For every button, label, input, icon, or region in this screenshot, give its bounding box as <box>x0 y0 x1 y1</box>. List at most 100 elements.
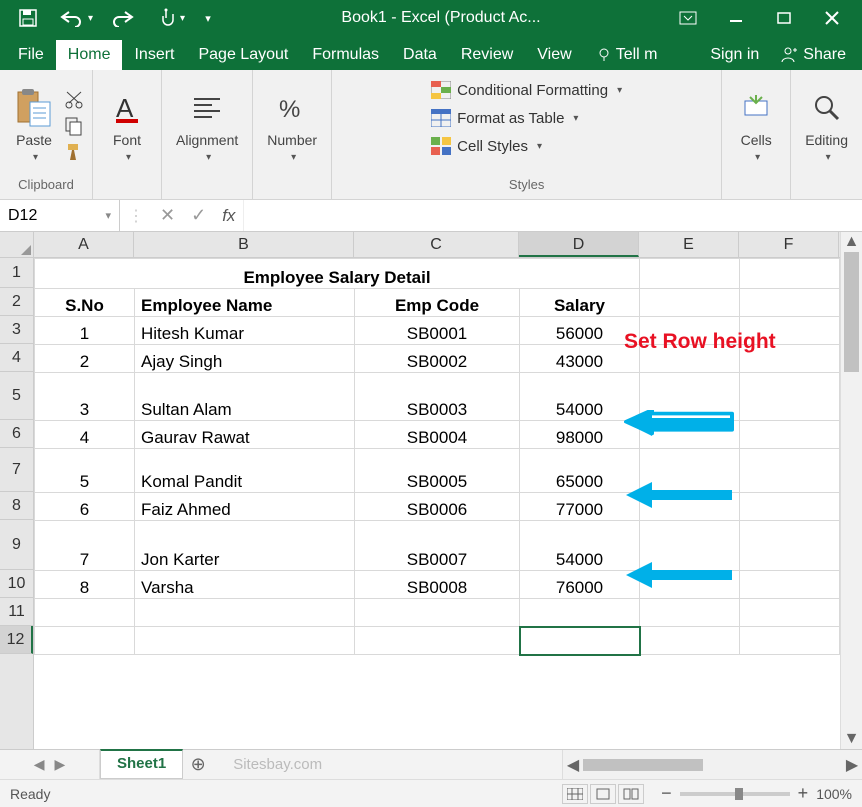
row-header-11[interactable]: 11 <box>0 598 33 626</box>
paste-button[interactable]: Paste▾ <box>8 84 60 167</box>
tab-insert[interactable]: Insert <box>122 40 186 70</box>
tab-formulas[interactable]: Formulas <box>300 40 391 70</box>
cell[interactable] <box>740 259 840 289</box>
horizontal-scrollbar[interactable]: ◀ ▶ <box>562 750 862 779</box>
cell[interactable]: 76000 <box>520 571 640 599</box>
tab-review[interactable]: Review <box>449 40 525 70</box>
cell[interactable] <box>740 493 840 521</box>
touch-mode-button[interactable]: ▾ <box>150 0 194 36</box>
cell[interactable] <box>740 421 840 449</box>
cell[interactable]: SB0002 <box>355 345 520 373</box>
cell[interactable]: SB0004 <box>355 421 520 449</box>
cell[interactable]: Employee Salary Detail <box>35 259 640 289</box>
undo-button[interactable]: ▾ <box>54 0 98 36</box>
select-all-corner[interactable] <box>0 232 34 258</box>
tab-file[interactable]: File <box>6 40 56 70</box>
col-header-C[interactable]: C <box>354 232 519 257</box>
cell[interactable] <box>35 599 135 627</box>
cell[interactable] <box>640 345 740 373</box>
number-button[interactable]: % Number▾ <box>261 84 323 167</box>
cell[interactable]: 1 <box>35 317 135 345</box>
zoom-out-button[interactable]: − <box>661 783 672 804</box>
page-break-view-button[interactable] <box>618 784 644 804</box>
cell[interactable] <box>740 345 840 373</box>
cell[interactable] <box>740 449 840 493</box>
cell[interactable]: SB0005 <box>355 449 520 493</box>
cell[interactable]: 98000 <box>520 421 640 449</box>
cells-button[interactable]: Cells▾ <box>730 84 782 167</box>
page-layout-view-button[interactable] <box>590 784 616 804</box>
cell[interactable] <box>740 521 840 571</box>
copy-button[interactable] <box>64 116 84 136</box>
cell[interactable]: 77000 <box>520 493 640 521</box>
row-header-1[interactable]: 1 <box>0 258 33 288</box>
tab-data[interactable]: Data <box>391 40 449 70</box>
cell[interactable] <box>740 373 840 421</box>
maximize-button[interactable] <box>760 0 808 36</box>
normal-view-button[interactable] <box>562 784 588 804</box>
cell[interactable]: 4 <box>35 421 135 449</box>
cell[interactable] <box>35 627 135 655</box>
close-button[interactable] <box>808 0 856 36</box>
cell[interactable]: Hitesh Kumar <box>135 317 355 345</box>
cell[interactable]: SB0007 <box>355 521 520 571</box>
fx-icon[interactable]: fx <box>222 206 235 226</box>
scroll-right-icon[interactable]: ▶ <box>842 750 862 779</box>
cell[interactable] <box>640 599 740 627</box>
cell[interactable]: 8 <box>35 571 135 599</box>
cell-styles-button[interactable]: Cell Styles▾ <box>427 134 546 158</box>
cell[interactable] <box>640 373 740 421</box>
col-header-B[interactable]: B <box>134 232 354 257</box>
cell[interactable]: 54000 <box>520 521 640 571</box>
cell[interactable] <box>740 571 840 599</box>
col-header-D[interactable]: D <box>519 232 639 257</box>
col-header-A[interactable]: A <box>34 232 134 257</box>
cell[interactable] <box>135 599 355 627</box>
zoom-in-button[interactable]: + <box>798 783 809 804</box>
cell[interactable]: Employee Name <box>135 289 355 317</box>
row-header-12[interactable]: 12 <box>0 626 33 654</box>
cell[interactable] <box>520 599 640 627</box>
cell[interactable]: SB0006 <box>355 493 520 521</box>
redo-button[interactable] <box>102 0 146 36</box>
row-header-8[interactable]: 8 <box>0 492 33 520</box>
cell[interactable]: 3 <box>35 373 135 421</box>
editing-button[interactable]: Editing▾ <box>799 84 854 167</box>
row-header-3[interactable]: 3 <box>0 316 33 344</box>
cell[interactable] <box>740 599 840 627</box>
cell[interactable]: 6 <box>35 493 135 521</box>
cut-button[interactable] <box>64 90 84 110</box>
tab-view[interactable]: View <box>525 40 583 70</box>
cell[interactable]: SB0003 <box>355 373 520 421</box>
vertical-scrollbar[interactable]: ▲ ▼ <box>840 232 862 749</box>
cell[interactable]: 54000 <box>520 373 640 421</box>
cell[interactable]: 65000 <box>520 449 640 493</box>
row-header-9[interactable]: 9 <box>0 520 33 570</box>
cell[interactable] <box>640 627 740 655</box>
prev-sheet-icon[interactable]: ◀ <box>34 756 45 773</box>
cell[interactable]: Emp Code <box>355 289 520 317</box>
formula-input[interactable] <box>244 200 862 231</box>
cell[interactable] <box>640 449 740 493</box>
cell[interactable]: Salary <box>520 289 640 317</box>
tab-page-layout[interactable]: Page Layout <box>186 40 300 70</box>
cell[interactable]: 5 <box>35 449 135 493</box>
cell[interactable]: 7 <box>35 521 135 571</box>
cell[interactable]: Komal Pandit <box>135 449 355 493</box>
cell[interactable] <box>740 317 840 345</box>
cell[interactable]: Faiz Ahmed <box>135 493 355 521</box>
cell[interactable] <box>740 627 840 655</box>
cell[interactable]: Sultan Alam <box>135 373 355 421</box>
share-button[interactable]: Share <box>769 40 856 70</box>
cell[interactable] <box>640 259 740 289</box>
cell[interactable] <box>135 627 355 655</box>
scroll-left-icon[interactable]: ◀ <box>563 750 583 779</box>
cell[interactable] <box>640 289 740 317</box>
font-button[interactable]: A Font▾ <box>101 84 153 167</box>
cell[interactable]: SB0001 <box>355 317 520 345</box>
cell[interactable] <box>355 599 520 627</box>
cell[interactable] <box>520 627 640 655</box>
cell[interactable]: Ajay Singh <box>135 345 355 373</box>
zoom-slider[interactable] <box>680 792 790 796</box>
row-header-5[interactable]: 5 <box>0 372 33 420</box>
